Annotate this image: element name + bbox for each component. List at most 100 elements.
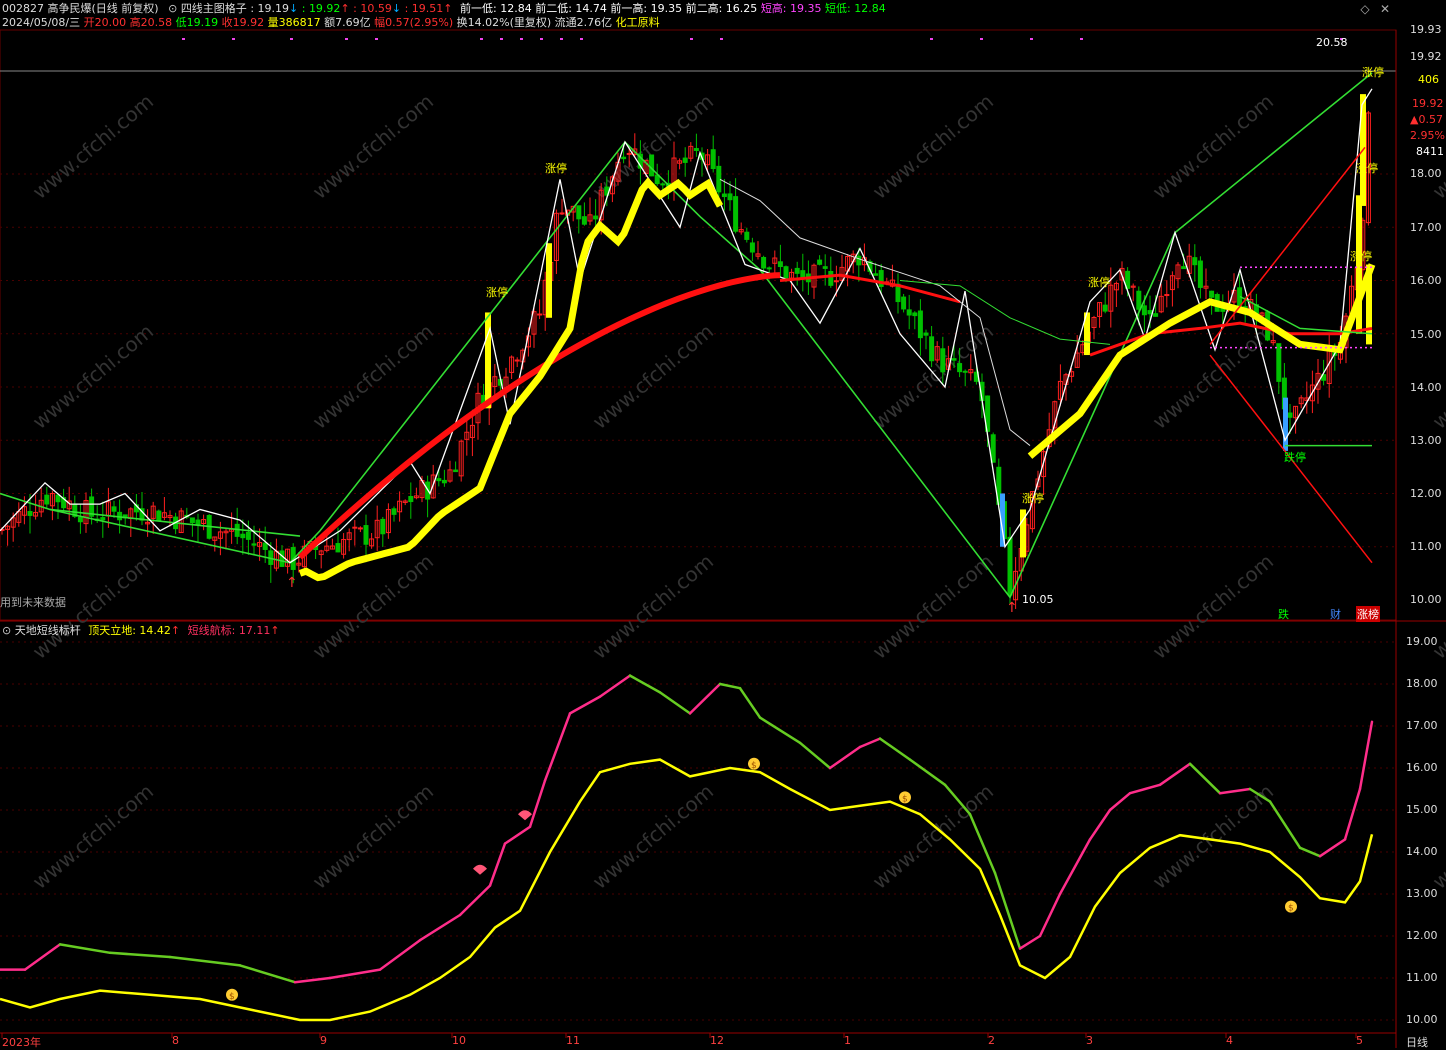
watermark-text: www.cfchi.com (1148, 549, 1278, 664)
up-arrow-icon: ↑ (170, 624, 181, 637)
duan-xian-hang-biao-line (458, 884, 492, 917)
candle-body (100, 517, 106, 521)
candle-body (1181, 266, 1187, 270)
candle-body (957, 363, 963, 373)
watermark-text: www.cfchi.com (308, 89, 438, 204)
candle-body (352, 526, 358, 529)
candle-body (251, 543, 257, 546)
duan-xian-hang-biao-line (1188, 762, 1222, 795)
zhangting-label: 涨停 (1350, 250, 1372, 263)
duan-xian-hang-biao-line (1158, 762, 1192, 787)
candle-body (537, 313, 543, 316)
candle-body (77, 516, 83, 523)
watermark-text: www.cfchi.com (868, 549, 998, 664)
price-axis-label: 15.00 (1410, 328, 1442, 341)
side-price: 19.92 (1412, 97, 1444, 110)
duan-xian-hang-biao-line (1108, 791, 1132, 812)
candle-body (1147, 310, 1153, 315)
candle-body (766, 267, 772, 270)
watermark-text: www.cfchi.com (588, 319, 718, 434)
candle-body (828, 270, 834, 286)
candle-body (856, 255, 862, 266)
duan-xian-hang-biao-line (168, 955, 242, 967)
limit-up-bar (546, 243, 552, 318)
chart-canvas[interactable]: www.cfchi.com www.cfchi.com www.cfchi.com w… (0, 0, 1446, 1048)
candle-body (951, 358, 957, 361)
watermark-text: www.cfchi.com (1148, 779, 1278, 894)
signal-dot (182, 38, 185, 40)
duan-xian-hang-biao-line (58, 943, 112, 955)
duan-xian-hang-biao-line (738, 686, 762, 719)
slow-ma-red-band (779, 273, 961, 304)
candle-body (1164, 294, 1170, 297)
duan-xian-hang-biao-line (828, 745, 862, 770)
candle-body (559, 212, 565, 215)
candle-body (1287, 412, 1293, 418)
watermark-text: www.cfchi.com (588, 549, 718, 664)
candle-body (1141, 305, 1147, 316)
duan-xian-hang-biao-line (1268, 800, 1302, 850)
candle-body (1276, 343, 1282, 382)
date-axis-label: 1 (844, 1034, 851, 1047)
price-axis-label: 18.00 (1410, 167, 1442, 180)
candle-body (1197, 260, 1203, 288)
duan-xian-hang-biao-line (378, 938, 422, 971)
side-volume-2: 8411 (1416, 145, 1444, 158)
high-marker-label: 20.58 (1316, 36, 1348, 49)
watermark-text: www.cfchi.com (308, 319, 438, 434)
money-bag-icon: $ (229, 992, 235, 1002)
candle-body (111, 506, 117, 512)
duan-xian-hang-biao-line (108, 951, 172, 959)
special-bar (1283, 397, 1288, 451)
price-axis-label: 12.00 (1410, 487, 1442, 500)
side-pct: 2.95% (1410, 129, 1445, 142)
signal-dot (290, 38, 293, 40)
duan-xian-hang-biao-line (328, 968, 382, 980)
duan-xian-hang-biao-line (1058, 838, 1092, 896)
money-bag-icon: $ (751, 761, 757, 771)
candle-body (901, 296, 907, 310)
zhangting-label: 涨停 (1088, 276, 1110, 289)
signal-dot (540, 38, 543, 40)
date-axis-label: 11 (566, 1034, 580, 1047)
duan-xian-hang-biao-line (528, 779, 547, 829)
watermark-text: www.cfchi.com (588, 779, 718, 894)
date-axis-label: 3 (1086, 1034, 1093, 1047)
candle-body (783, 266, 789, 281)
dieting-label: 跌停 (1284, 451, 1306, 464)
signal-dot (720, 38, 723, 40)
candle-body (514, 359, 520, 362)
duan-xian-hang-biao-line (598, 674, 632, 698)
tag-die[interactable]: 跌 (1278, 606, 1289, 622)
sub-toggle-icon[interactable]: ⊙ (2, 624, 11, 637)
candle-body (833, 280, 839, 283)
date-axis-label: 9 (320, 1034, 327, 1047)
candle-body (621, 156, 627, 160)
up-arrow-icon: ↑ (270, 624, 280, 637)
sub-indicator-name[interactable]: 天地短线标杆 (15, 624, 81, 637)
candle-body (1102, 304, 1108, 312)
candle-body (721, 193, 727, 198)
candle-body (245, 531, 251, 540)
watermark-text: www.cfchi.com (28, 319, 158, 434)
candle-body (660, 183, 666, 186)
signal-dot (690, 38, 693, 40)
watermark-text: www.cfchi.com (308, 779, 438, 894)
duan-xian-hang-biao-line (543, 712, 572, 782)
sub-axis-label: 13.00 (1406, 887, 1438, 900)
candle-body (44, 494, 50, 505)
tag-zhangbang[interactable]: 涨榜 (1356, 606, 1380, 622)
duan-xian-hang-biao-line (1343, 787, 1362, 841)
candle-body (581, 216, 587, 225)
price-axis-label: 17.00 (1410, 221, 1442, 234)
signal-dot (345, 38, 348, 40)
candle-body (1209, 290, 1215, 298)
buy-arrow-icon: ↑ (1006, 600, 1018, 616)
candle-body (380, 518, 386, 535)
tag-cai[interactable]: 财 (1330, 606, 1341, 622)
price-axis-label: 11.00 (1410, 540, 1442, 553)
signal-dot (930, 38, 933, 40)
candle-body (917, 310, 923, 339)
duan-xian-hang-biao-line (568, 695, 602, 715)
duan-xian-hang-biao-line (908, 758, 947, 787)
